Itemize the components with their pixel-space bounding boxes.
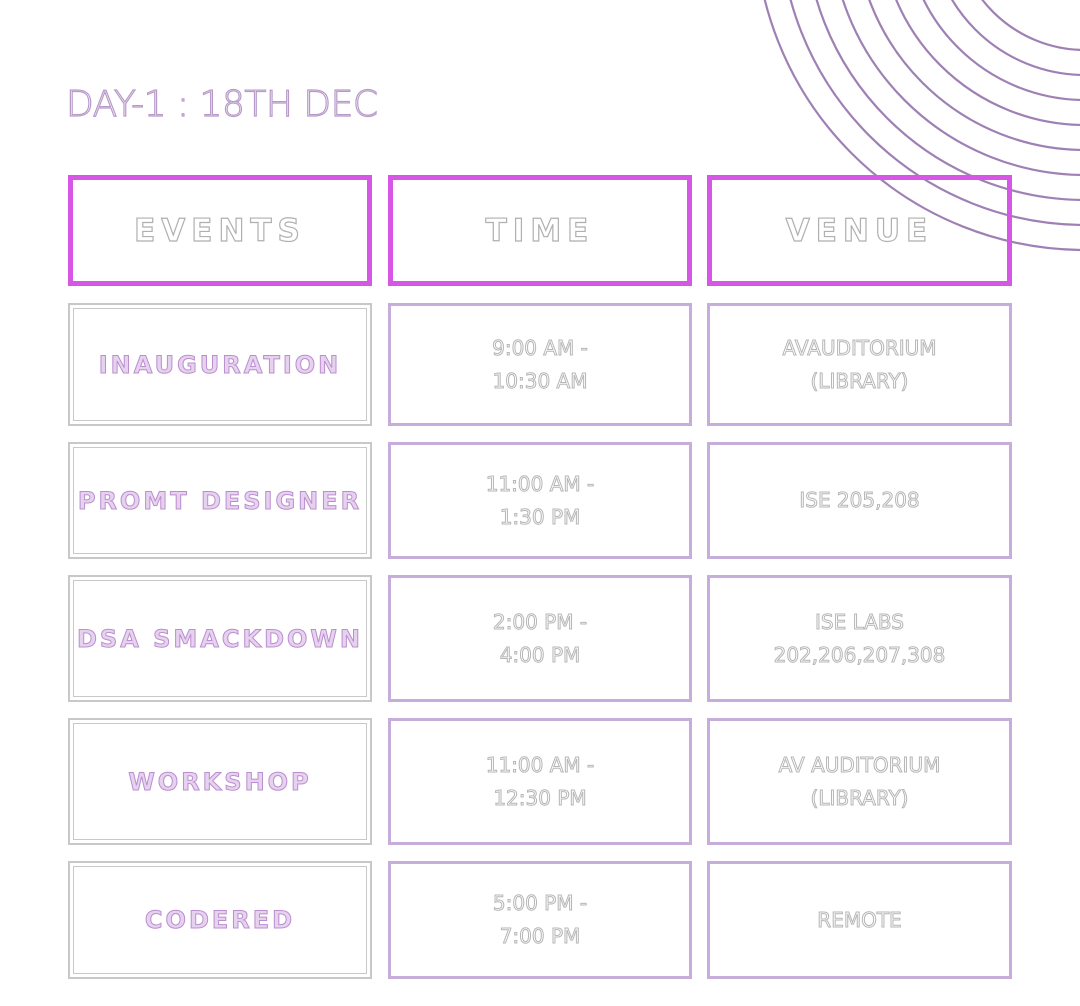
event-name: PROMT DESIGNER <box>77 486 363 515</box>
venue-cell: ISE 205,208 <box>707 442 1012 559</box>
arc <box>922 0 1080 102</box>
event-cell: WORKSHOP <box>68 718 372 845</box>
time-cell: 11:00 AM - 12:30 PM <box>388 718 692 845</box>
arc <box>951 0 1080 76</box>
page-title: DAY-1 : 18TH DEC <box>65 83 378 125</box>
venue-text: REMOTE <box>817 907 902 932</box>
venue-cell: ISE LABS 202,206,207,308 <box>707 575 1012 702</box>
header-time: TIME <box>388 175 692 286</box>
venue-cell: REMOTE <box>707 861 1012 979</box>
event-cell: DSA SMACKDOWN <box>68 575 372 702</box>
header-events-label: EVENTS <box>134 212 306 249</box>
event-name: DSA SMACKDOWN <box>77 624 363 653</box>
event-name: INAUGURATION <box>98 350 342 379</box>
event-cell: CODERED <box>68 861 372 979</box>
arc <box>868 0 1080 152</box>
time-cell: 9:00 AM - 10:30 AM <box>388 303 692 426</box>
time-text: 2:00 PM - 4:00 PM <box>492 609 588 667</box>
time-text: 11:00 AM - 12:30 PM <box>485 752 595 810</box>
time-cell: 11:00 AM - 1:30 PM <box>388 442 692 559</box>
time-text: 5:00 PM - 7:00 PM <box>492 891 588 949</box>
venue-text: ISE 205,208 <box>799 488 920 513</box>
event-cell: PROMT DESIGNER <box>68 442 372 559</box>
arc <box>981 0 1080 51</box>
time-text: 11:00 AM - 1:30 PM <box>485 471 595 529</box>
venue-cell: AV AUDITORIUM (LIBRARY) <box>707 718 1012 845</box>
header-events: EVENTS <box>68 175 372 286</box>
event-name: CODERED <box>144 906 296 935</box>
venue-text: AVAUDITORIUM (LIBRARY) <box>782 335 937 393</box>
time-text: 9:00 AM - 10:30 AM <box>492 335 589 393</box>
venue-text: AV AUDITORIUM (LIBRARY) <box>778 752 941 810</box>
arc <box>841 0 1080 177</box>
time-cell: 5:00 PM - 7:00 PM <box>388 861 692 979</box>
event-cell: INAUGURATION <box>68 303 372 426</box>
venue-cell: AVAUDITORIUM (LIBRARY) <box>707 303 1012 426</box>
header-time-label: TIME <box>485 212 595 249</box>
header-venue: VENUE <box>707 175 1012 286</box>
header-venue-label: VENUE <box>785 212 934 249</box>
event-name: WORKSHOP <box>128 767 312 796</box>
arc <box>815 0 1080 202</box>
arc <box>895 0 1080 127</box>
venue-text: ISE LABS 202,206,207,308 <box>773 609 946 667</box>
time-cell: 2:00 PM - 4:00 PM <box>388 575 692 702</box>
